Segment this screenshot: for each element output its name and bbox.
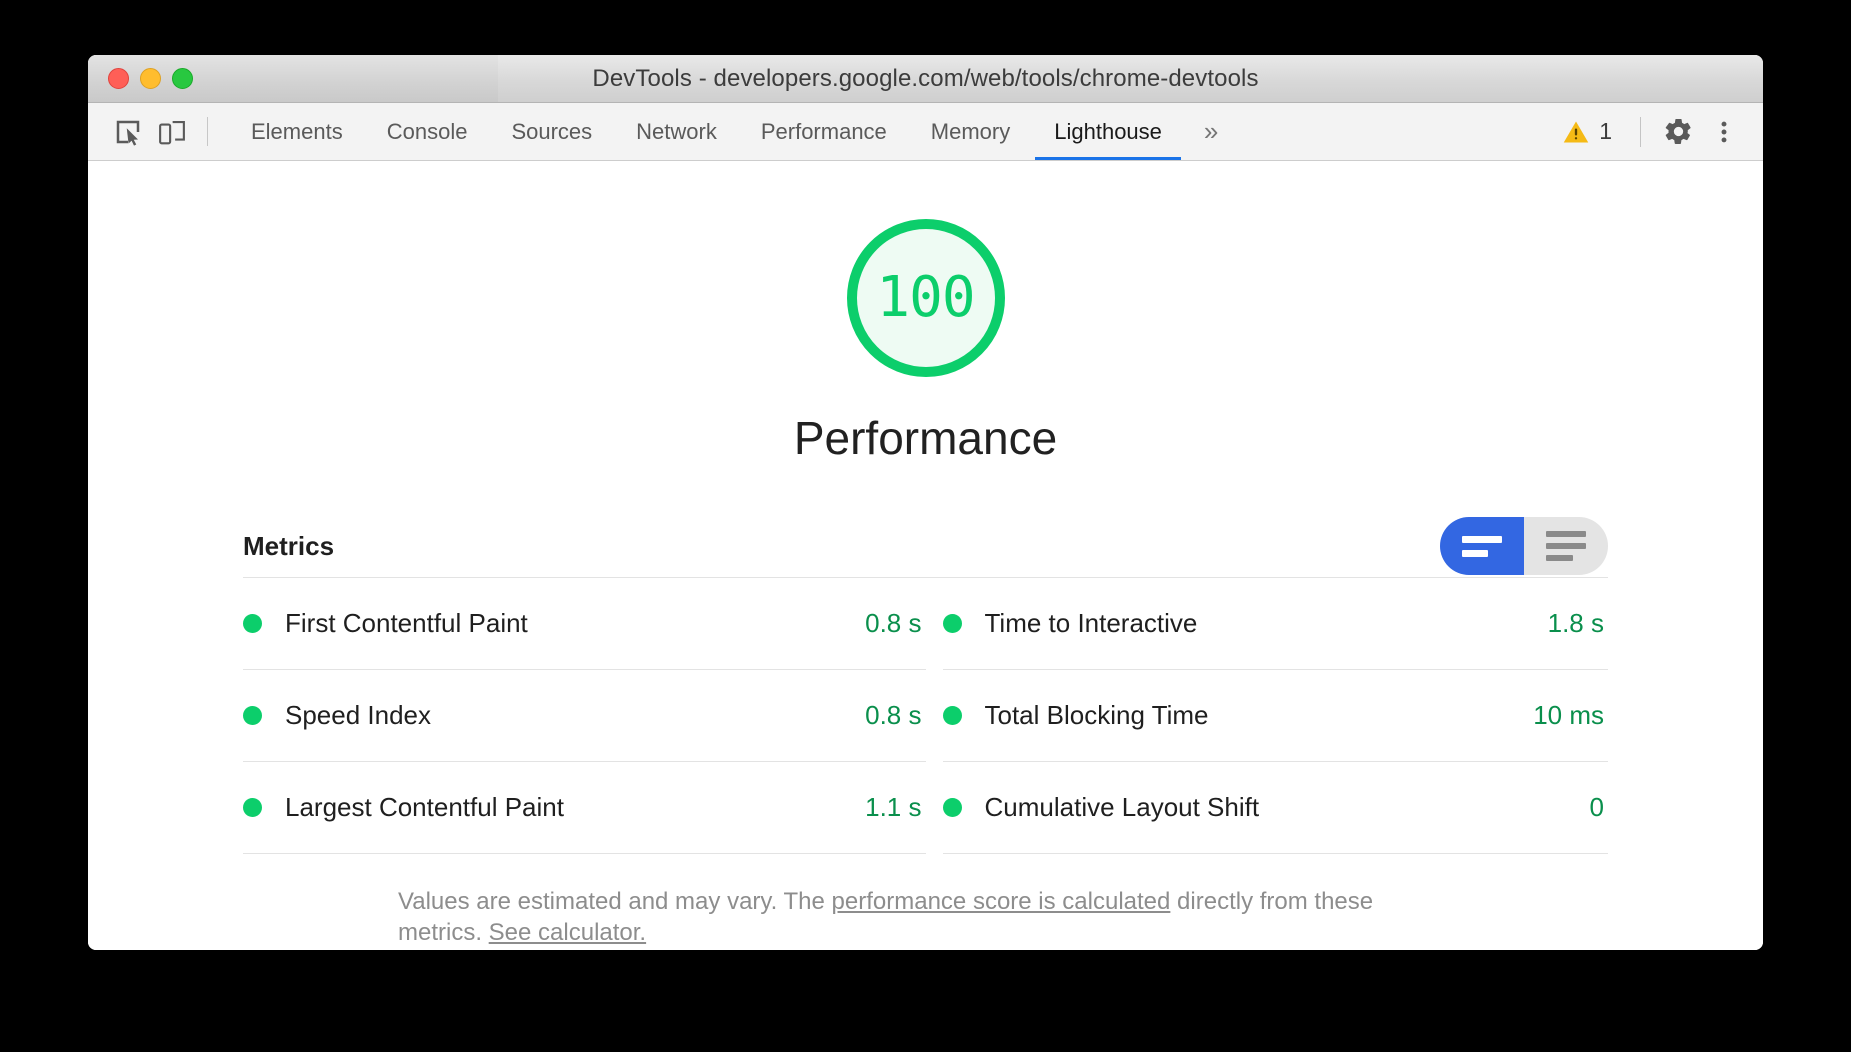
more-options-button[interactable]	[1701, 109, 1747, 155]
metric-name: First Contentful Paint	[285, 608, 528, 638]
lighthouse-report: 100 Performance Metrics First Contentful…	[88, 161, 1763, 950]
metrics-view-toggle[interactable]	[1440, 517, 1608, 575]
close-window-button[interactable]	[108, 68, 129, 89]
tab-sources[interactable]: Sources	[489, 103, 614, 160]
score-gauge-section: 100 Performance	[88, 161, 1763, 465]
simple-view-toggle[interactable]	[1440, 517, 1524, 575]
devtools-toolbar: Elements Console Sources Network Perform…	[88, 103, 1763, 161]
maximize-window-button[interactable]	[172, 68, 193, 89]
metrics-column-left: First Contentful Paint 0.8 s Speed Index…	[243, 578, 926, 854]
toolbar-divider-right	[1640, 116, 1641, 147]
metrics-column-right: Time to Interactive 1.8 s Total Blocking…	[926, 578, 1608, 854]
metric-value: 1.8 s	[1547, 608, 1604, 638]
metric-value: 0.8 s	[865, 700, 922, 730]
performance-score-link[interactable]: performance score is calculated	[832, 888, 1171, 915]
device-toolbar-button[interactable]	[150, 103, 194, 160]
tab-network[interactable]: Network	[614, 103, 739, 160]
performance-score-gauge[interactable]: 100	[846, 219, 1005, 377]
tab-lighthouse[interactable]: Lighthouse	[1032, 103, 1184, 160]
expanded-view-toggle[interactable]	[1524, 517, 1608, 575]
inspect-element-icon	[116, 120, 140, 146]
devtools-window: DevTools - developers.google.com/web/too…	[88, 55, 1763, 950]
device-toolbar-icon	[159, 120, 185, 144]
status-badge	[942, 614, 962, 633]
tab-elements[interactable]: Elements	[229, 103, 365, 160]
metrics-section: Metrics First Contentful Paint 0.8 s Spe…	[243, 515, 1608, 948]
status-badge	[243, 706, 262, 725]
metrics-header: Metrics	[243, 515, 1608, 577]
window-controls	[108, 68, 193, 89]
status-badge	[942, 706, 962, 725]
gear-icon	[1665, 119, 1691, 144]
simple-view-icon	[1462, 535, 1502, 557]
scrollbar-track[interactable]	[1755, 209, 1763, 479]
metric-value: 10 ms	[1533, 700, 1604, 730]
metric-row[interactable]: First Contentful Paint 0.8 s	[243, 578, 926, 670]
window-titlebar: DevTools - developers.google.com/web/too…	[88, 55, 1763, 103]
three-dots-vertical-icon	[1721, 121, 1727, 142]
warning-badge[interactable]: 1	[1548, 118, 1626, 146]
metric-row[interactable]: Total Blocking Time 10 ms	[942, 670, 1608, 762]
metric-name: Largest Contentful Paint	[285, 792, 564, 822]
screenshot-root: DevTools - developers.google.com/web/too…	[0, 0, 1851, 1052]
metric-row[interactable]: Time to Interactive 1.8 s	[942, 578, 1608, 670]
metric-row[interactable]: Cumulative Layout Shift 0	[942, 762, 1608, 854]
toolbar-divider	[207, 117, 208, 146]
score-value: 100	[876, 265, 975, 330]
metrics-footnote: Values are estimated and may vary. The p…	[398, 886, 1453, 948]
more-tabs-button[interactable]: »	[1184, 103, 1237, 160]
tab-memory[interactable]: Memory	[909, 103, 1032, 160]
metrics-title: Metrics	[243, 530, 335, 561]
status-badge	[942, 798, 962, 817]
window-title: DevTools - developers.google.com/web/too…	[592, 64, 1259, 92]
toolbar-right-group: 1	[1548, 103, 1763, 160]
metrics-grid: First Contentful Paint 0.8 s Speed Index…	[243, 577, 1608, 854]
status-badge	[243, 798, 262, 817]
status-badge	[243, 614, 262, 633]
metric-row[interactable]: Speed Index 0.8 s	[243, 670, 926, 762]
metric-name: Time to Interactive	[984, 608, 1198, 638]
metric-value: 0	[1589, 792, 1604, 822]
category-title: Performance	[793, 412, 1058, 464]
tab-console[interactable]: Console	[365, 103, 490, 160]
metric-name: Total Blocking Time	[984, 700, 1209, 730]
warning-triangle-icon	[1563, 121, 1589, 142]
minimize-window-button[interactable]	[140, 68, 161, 89]
metric-name: Cumulative Layout Shift	[984, 792, 1260, 822]
tab-performance[interactable]: Performance	[739, 103, 909, 160]
metric-name: Speed Index	[285, 700, 432, 730]
see-calculator-link[interactable]: See calculator.	[489, 919, 646, 946]
metric-value: 0.8 s	[865, 608, 922, 638]
settings-button[interactable]	[1655, 109, 1701, 155]
warning-count: 1	[1599, 118, 1612, 144]
inspect-element-button[interactable]	[106, 103, 150, 160]
footnote-text-1: Values are estimated and may vary. The	[398, 888, 832, 915]
metric-row[interactable]: Largest Contentful Paint 1.1 s	[243, 762, 926, 854]
metric-value: 1.1 s	[865, 792, 922, 822]
panel-tabs: Elements Console Sources Network Perform…	[229, 103, 1237, 160]
expanded-view-icon	[1546, 531, 1586, 561]
